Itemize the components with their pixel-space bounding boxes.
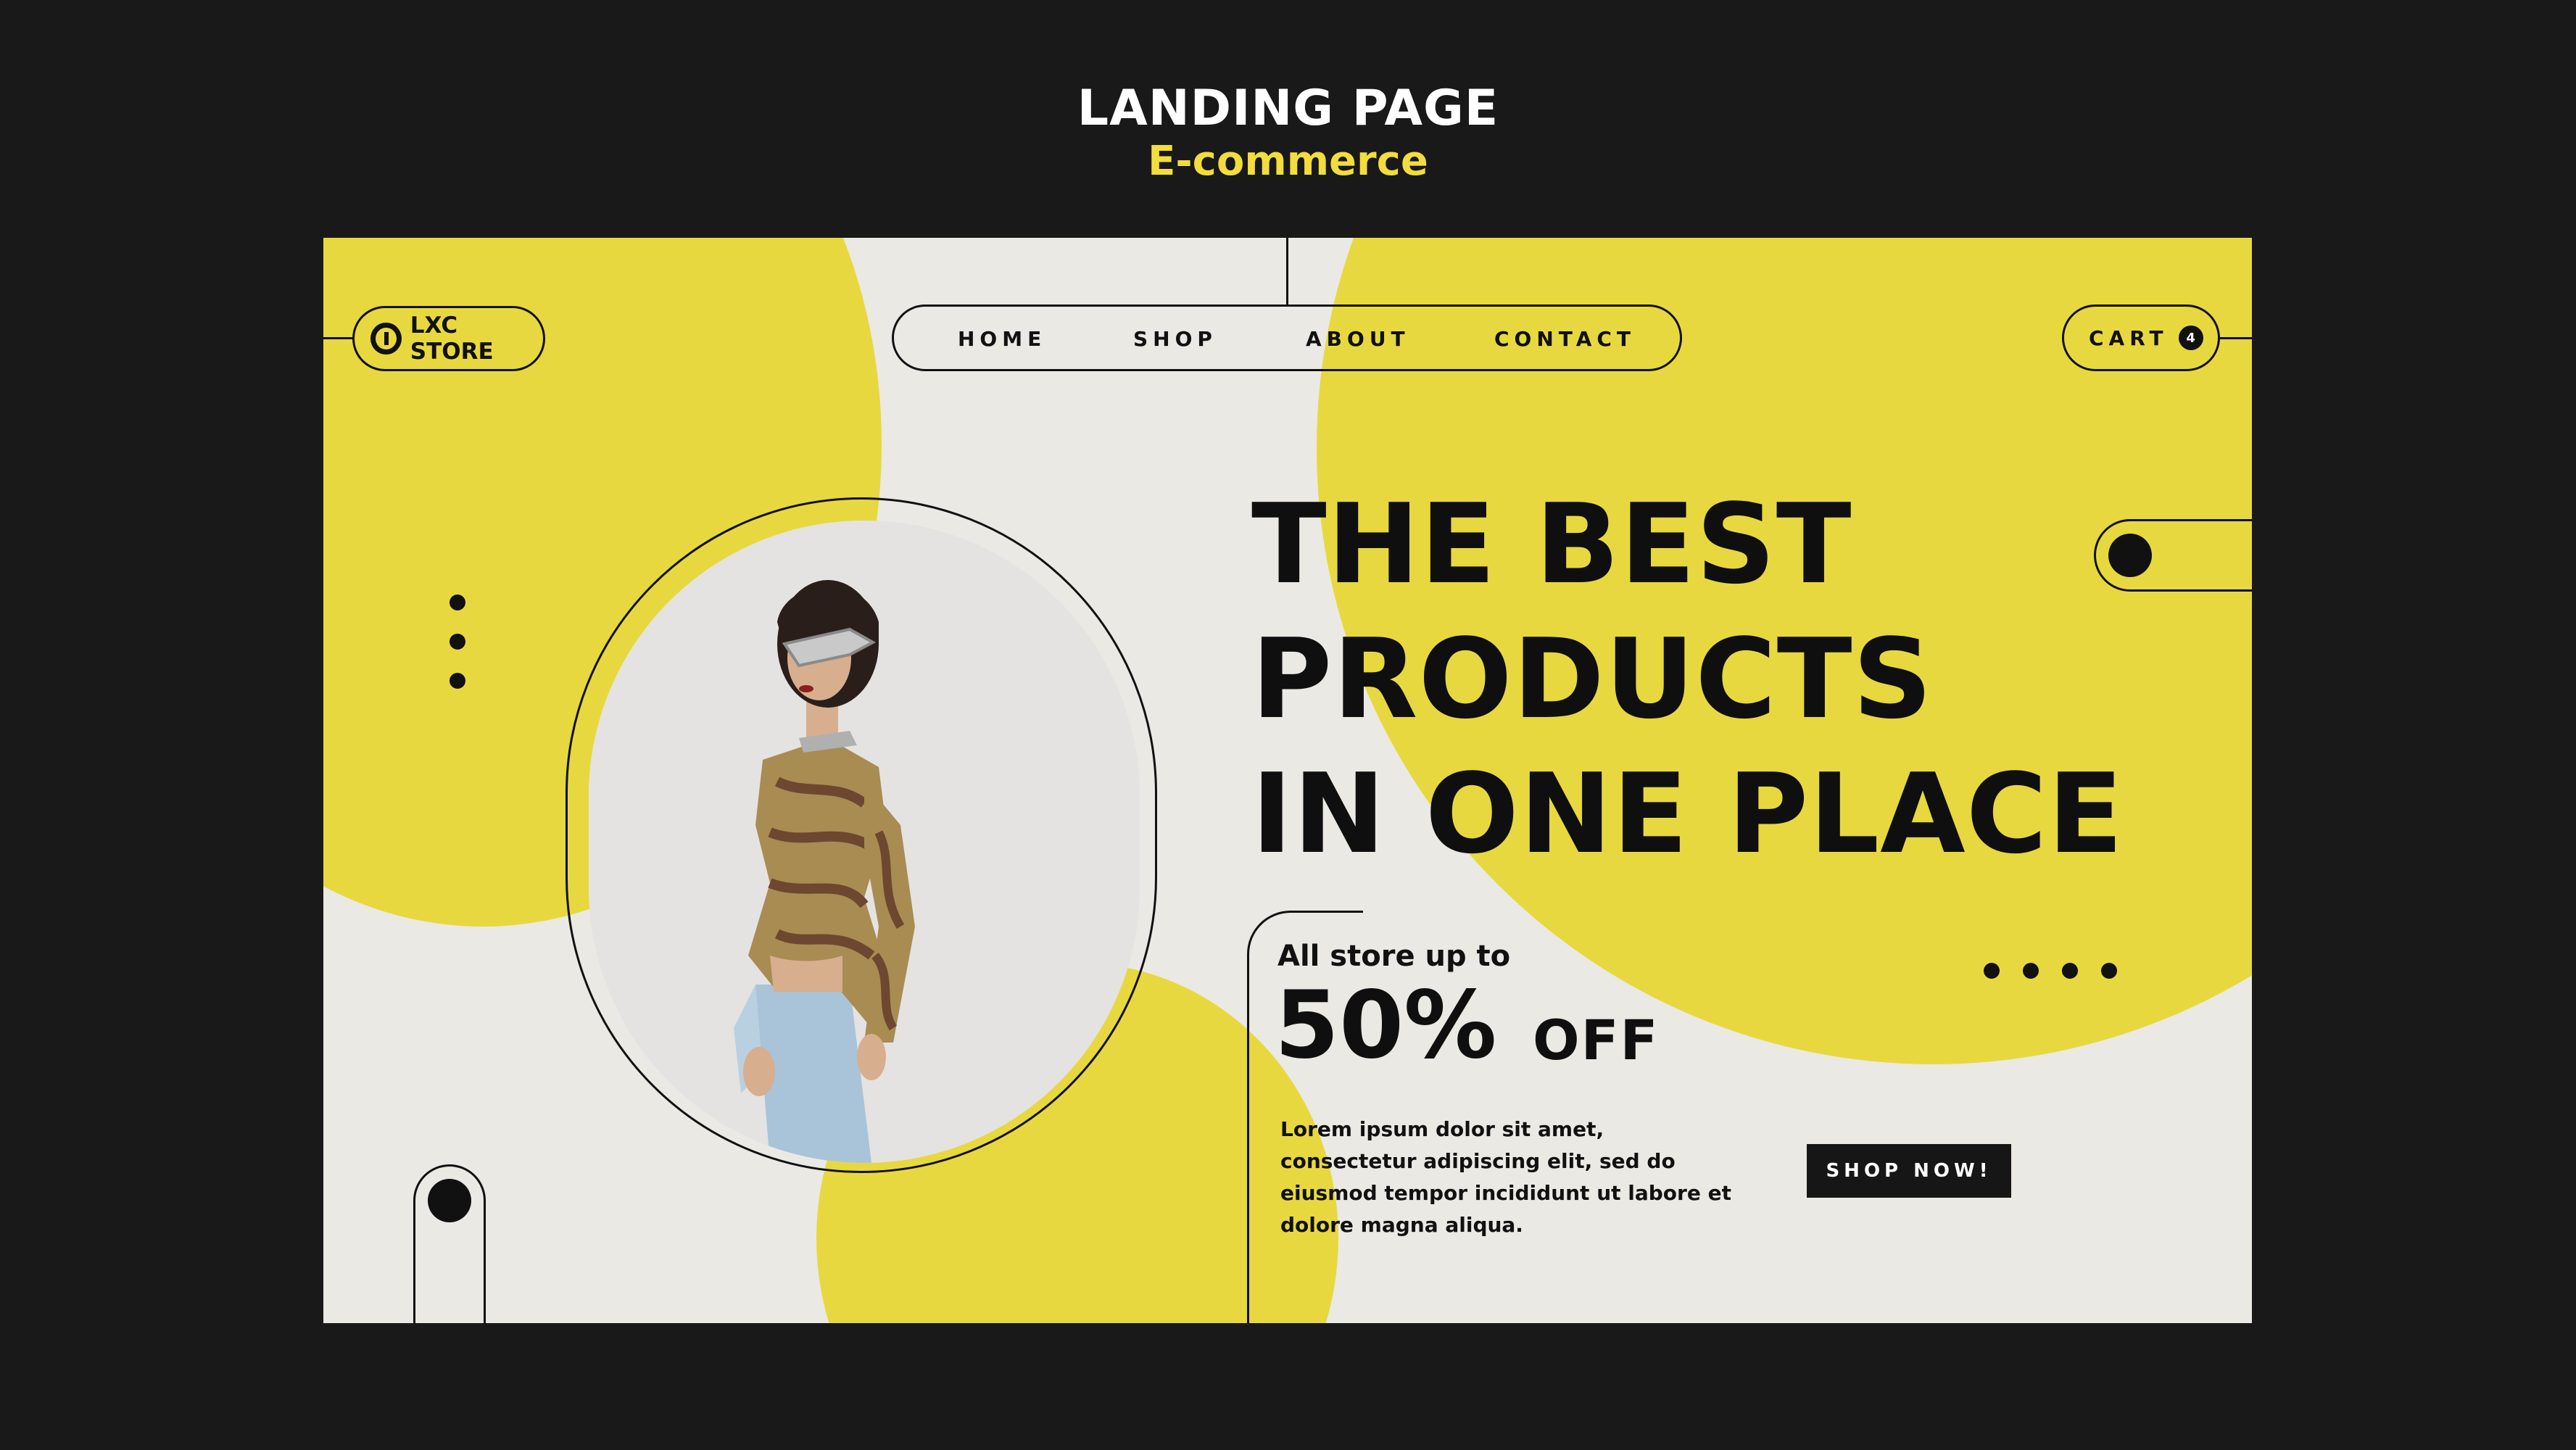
promo-suffix: OFF — [1533, 1008, 1660, 1072]
dot-horizontal-2 — [2023, 963, 2039, 979]
dot-horizontal-4 — [2101, 963, 2117, 979]
dot-vertical-3 — [450, 673, 465, 689]
page-title: LANDING PAGE — [1077, 80, 1499, 137]
page-subtitle: E-commerce — [1148, 138, 1428, 185]
left-connector-line — [323, 337, 352, 339]
dot-horizontal-3 — [2062, 963, 2078, 979]
store-name: LXC STORE — [410, 312, 494, 365]
promo-body: Lorem ipsum dolor sit amet, consectetur … — [1280, 1117, 1731, 1237]
nav-contact[interactable]: CONTACT — [1494, 327, 1636, 351]
landing-mockup: LXC STORE HOME SHOP ABOUT CONTACT CART 4 — [323, 238, 2252, 1323]
headline-line-1: THE BEST — [1251, 480, 1852, 608]
cart-label: CART — [2089, 326, 2169, 350]
dot-horizontal-1 — [1984, 963, 2000, 979]
headline-line-3: IN ONE PLACE — [1251, 750, 2124, 878]
nav-about[interactable]: ABOUT — [1306, 327, 1410, 351]
model-photo — [589, 521, 1140, 1163]
main-nav: HOME SHOP ABOUT CONTACT — [892, 304, 1682, 371]
decorative-dot-left — [428, 1179, 471, 1222]
promo-amount: 50% — [1275, 972, 1497, 1080]
dot-vertical-1 — [450, 594, 465, 610]
hero-headline: THE BEST PRODUCTS IN ONE PLACE — [1251, 477, 2194, 882]
cart-button[interactable]: CART 4 — [2062, 304, 2220, 371]
promo-intro: All store up to — [1277, 940, 1511, 973]
nav-home[interactable]: HOME — [958, 327, 1046, 351]
store-logo[interactable]: LXC STORE — [352, 306, 545, 371]
cart-count-badge: 4 — [2178, 326, 2203, 350]
right-connector-line — [2220, 337, 2252, 339]
shop-now-button[interactable]: SHOP NOW! — [1807, 1144, 2011, 1198]
nav-shop[interactable]: SHOP — [1133, 327, 1217, 351]
headline-line-2: PRODUCTS — [1251, 615, 1933, 743]
model-illustration — [589, 521, 1140, 1163]
dot-vertical-2 — [450, 634, 465, 650]
top-connector-line — [1286, 238, 1288, 304]
power-icon — [370, 323, 402, 355]
